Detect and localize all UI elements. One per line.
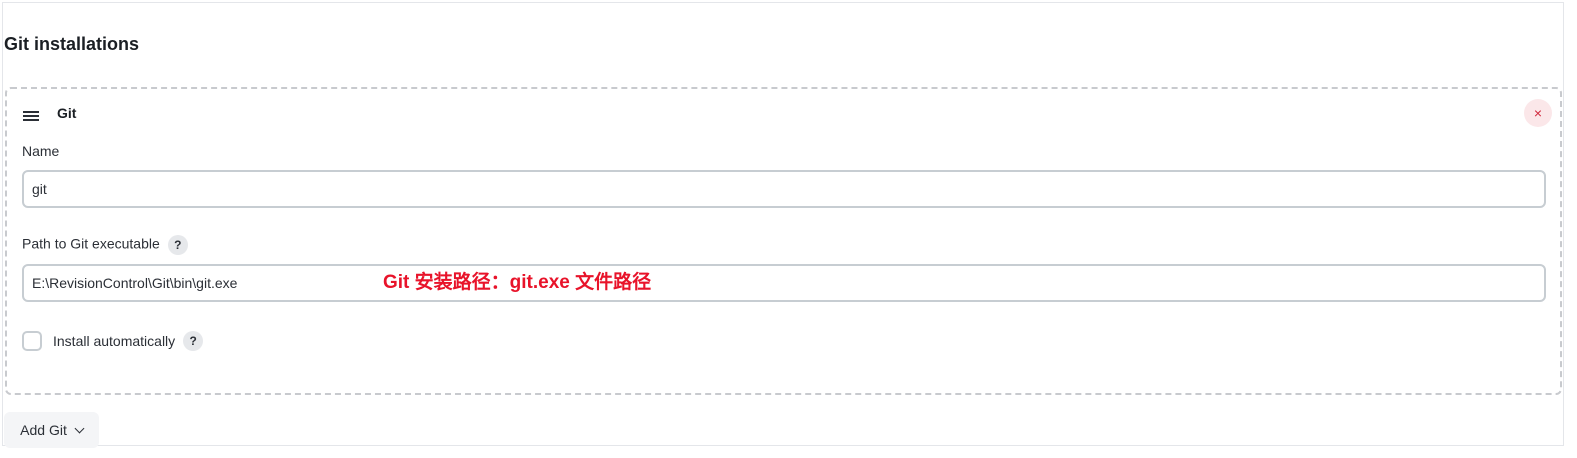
annotation-text: Git 安装路径：git.exe 文件路径 — [383, 272, 652, 293]
install-automatically-checkbox[interactable] — [22, 331, 42, 351]
install-automatically-row: Install automatically ? — [22, 329, 204, 353]
add-git-label: Add Git — [20, 422, 67, 438]
drag-handle-icon[interactable] — [23, 111, 39, 123]
name-input[interactable] — [22, 170, 1546, 208]
add-git-button[interactable]: Add Git — [4, 412, 99, 448]
path-input[interactable] — [22, 264, 1546, 302]
help-icon[interactable]: ? — [167, 235, 188, 255]
section-title: Git installations — [4, 34, 140, 54]
chevron-down-icon — [74, 423, 85, 433]
help-icon[interactable]: ? — [183, 331, 204, 351]
path-label-row: Path to Git executable? — [22, 235, 188, 255]
close-icon: × — [1533, 105, 1543, 121]
install-automatically-label: Install automatically — [53, 333, 176, 349]
name-label: Name — [22, 143, 60, 159]
git-installation-item: Git × Name Path to Git executable? Git 安… — [5, 87, 1562, 395]
delete-button[interactable]: × — [1524, 99, 1552, 127]
item-title: Git — [57, 105, 77, 121]
path-label: Path to Git executable — [22, 235, 160, 252]
